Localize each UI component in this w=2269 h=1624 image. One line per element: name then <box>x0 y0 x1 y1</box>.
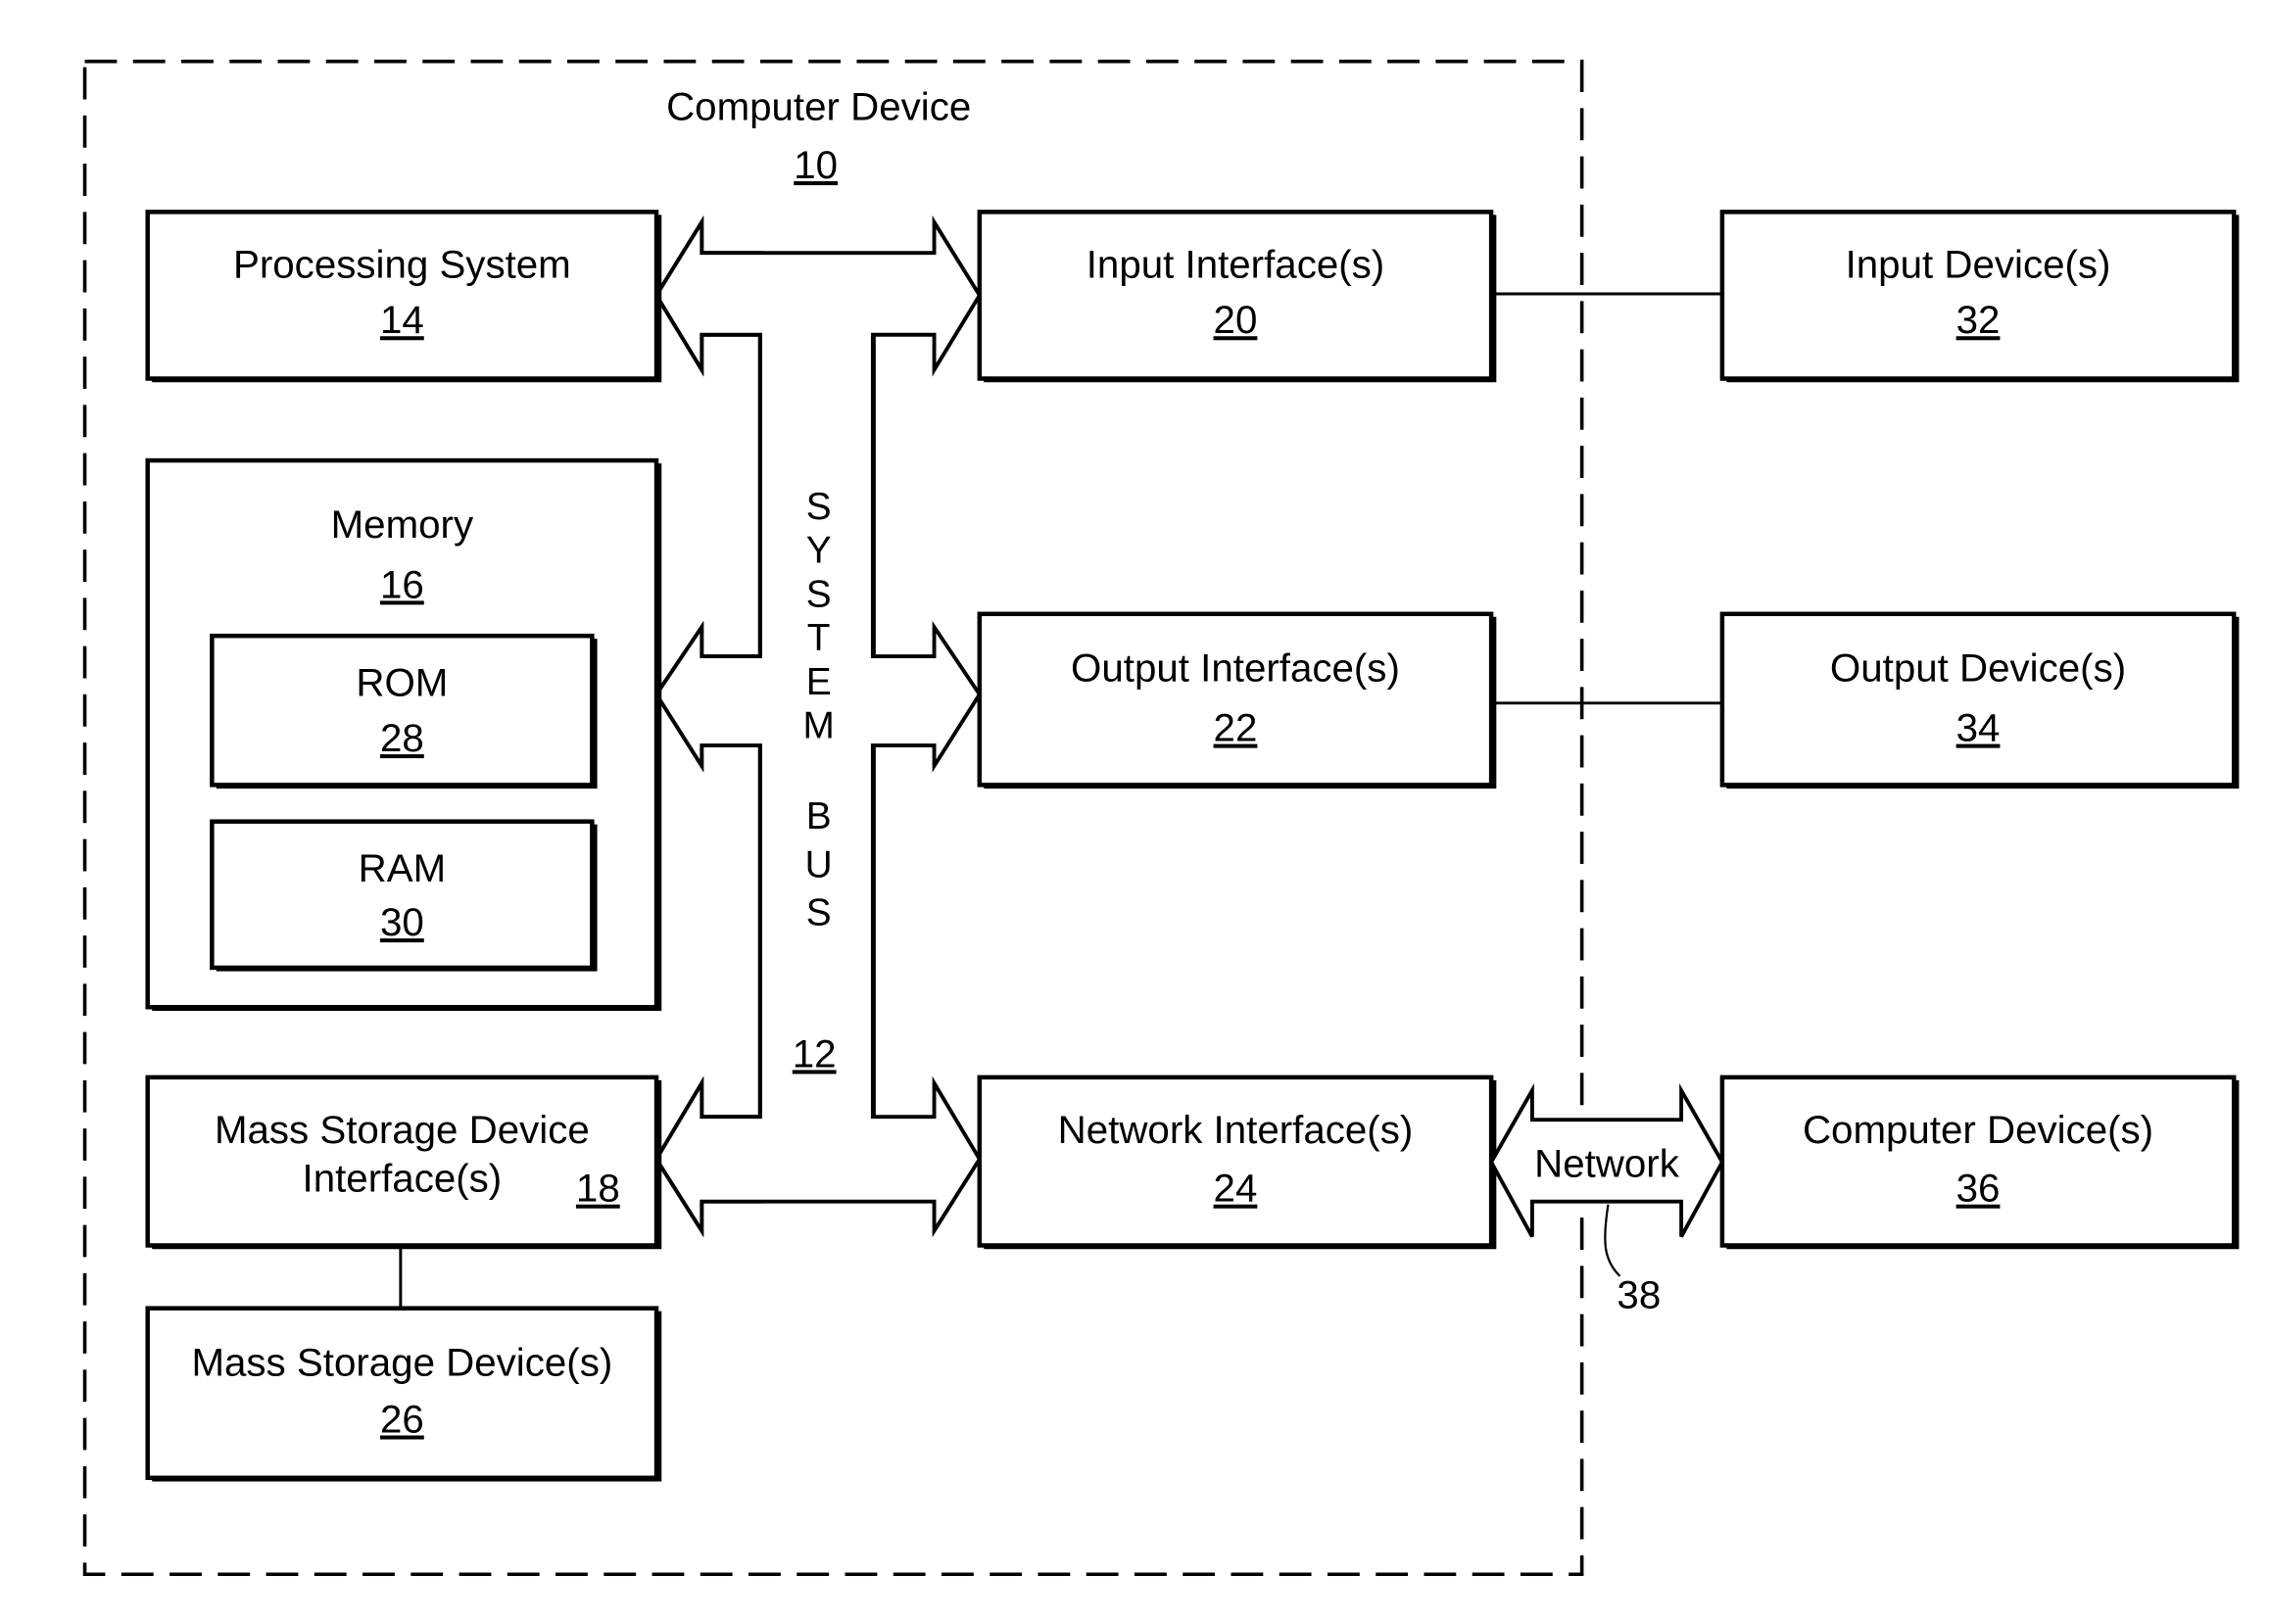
svg-text:S: S <box>806 486 832 528</box>
system-bus-ref: 12 <box>793 1031 837 1075</box>
rom-block: ROM 28 <box>210 633 598 789</box>
svg-text:E: E <box>806 661 832 703</box>
network-leader-line <box>1604 1204 1621 1277</box>
network-label: Network <box>1534 1141 1680 1185</box>
svg-text:Output Device(s): Output Device(s) <box>1830 645 2126 690</box>
svg-text:M: M <box>803 705 835 747</box>
svg-text:S: S <box>806 573 832 615</box>
svg-text:22: 22 <box>1214 706 1258 750</box>
svg-text:Computer Device(s): Computer Device(s) <box>1803 1108 2153 1152</box>
svg-text:B: B <box>806 795 832 837</box>
svg-text:Mass Storage Device: Mass Storage Device <box>215 1108 590 1152</box>
network-ref: 38 <box>1617 1273 1661 1317</box>
input-interface-block: Input Interface(s) 20 <box>977 210 1497 383</box>
svg-text:Y: Y <box>806 530 832 572</box>
container-title: Computer Device <box>666 84 971 128</box>
svg-text:34: 34 <box>1956 706 2001 750</box>
svg-text:18: 18 <box>576 1167 620 1211</box>
svg-text:RAM: RAM <box>359 846 447 890</box>
output-interface-block: Output Interface(s) 22 <box>977 611 1497 789</box>
mass-storage-interface-block: Mass Storage Device Interface(s) 18 <box>145 1075 662 1250</box>
svg-text:24: 24 <box>1214 1167 1258 1211</box>
processing-system-block: Processing System 14 <box>145 210 662 383</box>
svg-text:Interface(s): Interface(s) <box>303 1156 503 1200</box>
svg-text:26: 26 <box>380 1398 424 1442</box>
svg-text:30: 30 <box>380 900 424 944</box>
block-diagram: Computer Device 10 S Y S T E M B U S 12 … <box>82 59 2240 1577</box>
ram-block: RAM 30 <box>210 819 598 972</box>
svg-text:S: S <box>806 892 832 934</box>
svg-text:Network Interface(s): Network Interface(s) <box>1058 1108 1414 1152</box>
svg-text:Output Interface(s): Output Interface(s) <box>1071 645 1400 690</box>
svg-text:U: U <box>805 843 833 885</box>
svg-text:Memory: Memory <box>331 502 474 547</box>
svg-text:Input Device(s): Input Device(s) <box>1846 243 2111 287</box>
svg-text:14: 14 <box>380 298 424 342</box>
input-device-block: Input Device(s) 32 <box>1719 210 2240 383</box>
svg-text:Processing System: Processing System <box>233 243 571 287</box>
container-ref: 10 <box>794 143 838 187</box>
svg-text:ROM: ROM <box>356 660 448 704</box>
remote-computer-device-block: Computer Device(s) 36 <box>1719 1075 2240 1250</box>
svg-text:16: 16 <box>380 562 424 606</box>
svg-text:36: 36 <box>1956 1167 2001 1211</box>
svg-text:T: T <box>807 617 831 659</box>
output-device-block: Output Device(s) 34 <box>1719 611 2240 789</box>
svg-text:32: 32 <box>1956 298 2001 342</box>
svg-text:Input Interface(s): Input Interface(s) <box>1086 243 1384 287</box>
network-interface-block: Network Interface(s) 24 <box>977 1075 1497 1250</box>
mass-storage-device-block: Mass Storage Device(s) 26 <box>145 1306 662 1482</box>
svg-text:Mass Storage Device(s): Mass Storage Device(s) <box>191 1340 612 1384</box>
svg-text:28: 28 <box>380 716 424 760</box>
svg-text:20: 20 <box>1214 298 1258 342</box>
